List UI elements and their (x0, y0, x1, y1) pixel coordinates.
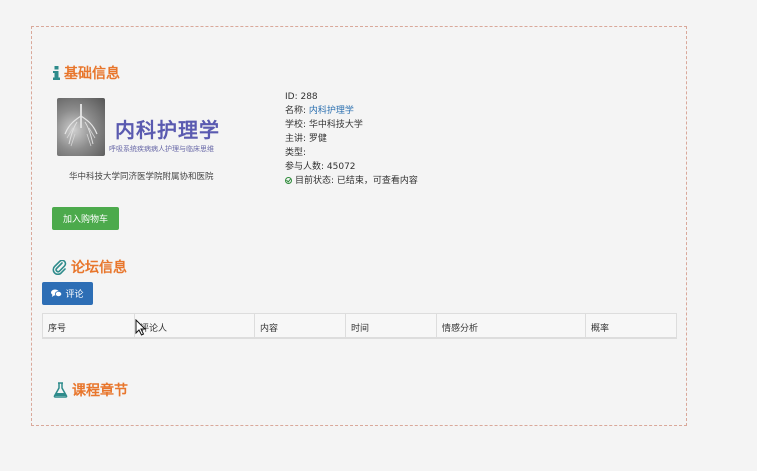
add-to-cart-button[interactable]: 加入购物车 (52, 207, 119, 230)
course-status: 目前状态: 已结束，可查看内容 (295, 176, 418, 186)
course-info-list: ID: 288 名称: 内科护理学 学校: 华中科技大学 主讲: 罗健 类型: … (285, 90, 418, 188)
comments-icon (51, 289, 63, 298)
column-header-commenter[interactable]: 评论人 (135, 314, 255, 337)
column-header-time[interactable]: 时间 (346, 314, 437, 337)
course-cover-image: 内科护理学 呼吸系统疾病病人护理与临床思维 华中科技大学同济医学院附属协和医院 (53, 96, 245, 188)
course-name-row: 名称: 内科护理学 (285, 104, 418, 118)
cover-subtitle: 呼吸系统疾病病人护理与临床思维 (109, 145, 214, 153)
course-name-label: 名称: (285, 106, 309, 116)
course-type: 类型: (285, 148, 307, 158)
course-status-row: 目前状态: 已结束，可查看内容 (285, 174, 418, 188)
course-teacher: 主讲: 罗健 (285, 134, 327, 144)
section-forum-info-title: 论坛信息 (71, 260, 127, 276)
check-circle-icon (285, 177, 292, 184)
comment-button[interactable]: 评论 (42, 282, 93, 305)
info-icon (53, 66, 60, 80)
section-basic-info: 基础信息 (53, 63, 120, 83)
course-id: ID: 288 (285, 92, 318, 102)
content-frame (31, 26, 687, 426)
comment-button-label: 评论 (65, 289, 84, 299)
course-name-link[interactable]: 内科护理学 (309, 106, 354, 116)
mouse-cursor-icon (135, 318, 147, 340)
cover-title: 内科护理学 (115, 118, 220, 142)
section-basic-info-title: 基础信息 (64, 66, 120, 82)
section-chapters-title: 课程章节 (72, 383, 128, 399)
column-header-sentiment[interactable]: 情感分析 (437, 314, 586, 337)
column-header-probability[interactable]: 概率 (586, 314, 676, 337)
column-header-content[interactable]: 内容 (255, 314, 346, 337)
course-participants: 参与人数: 45072 (285, 162, 356, 172)
lung-xray-image (57, 98, 105, 156)
section-chapters: 课程章节 (53, 380, 128, 400)
paperclip-icon (52, 259, 67, 275)
column-header-index[interactable]: 序号 (43, 314, 135, 337)
cover-hospital: 华中科技大学同济医学院附属协和医院 (69, 172, 214, 182)
section-forum-info: 论坛信息 (52, 257, 127, 277)
flask-icon (53, 382, 68, 398)
course-school: 学校: 华中科技大学 (285, 120, 363, 130)
